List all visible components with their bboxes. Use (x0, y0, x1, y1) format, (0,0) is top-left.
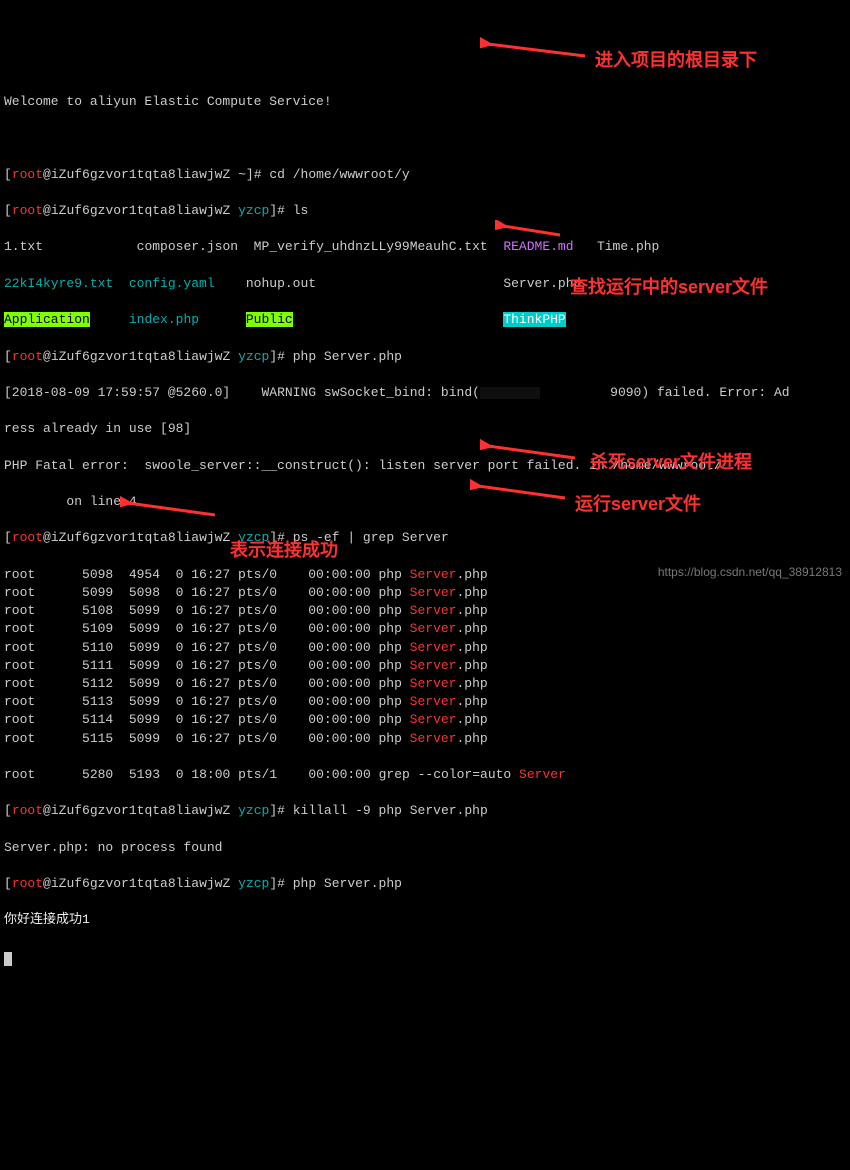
ls-row1: 1.txt composer.json MP_verify_uhdnzLLy99… (4, 238, 846, 256)
ps-row: root 5113 5099 0 16:27 pts/0 00:00:00 ph… (4, 693, 846, 711)
ps-row: root 5099 5098 0 16:27 pts/0 00:00:00 ph… (4, 584, 846, 602)
ls-row3: Application index.php Public ThinkPHP (4, 311, 846, 329)
ps-row: root 5109 5099 0 16:27 pts/0 00:00:00 ph… (4, 620, 846, 638)
terminal-output: Welcome to aliyun Elastic Compute Servic… (0, 73, 850, 986)
prompt-killall[interactable]: [root@iZuf6gzvor1tqta8liawjwZ yzcp]# kil… (4, 802, 846, 820)
fatal-line2: on line 4 (4, 493, 846, 511)
warning-line2: ress already in use [98] (4, 420, 846, 438)
ps-row: root 5115 5099 0 16:27 pts/0 00:00:00 ph… (4, 730, 846, 748)
ps-row: root 5111 5099 0 16:27 pts/0 00:00:00 ph… (4, 657, 846, 675)
ps-row: root 5112 5099 0 16:27 pts/0 00:00:00 ph… (4, 675, 846, 693)
ps-grep-row: root 5280 5193 0 18:00 pts/1 00:00:00 gr… (4, 766, 846, 784)
prompt-php1[interactable]: [root@iZuf6gzvor1tqta8liawjwZ yzcp]# php… (4, 348, 846, 366)
ps-row: root 5114 5099 0 16:27 pts/0 00:00:00 ph… (4, 711, 846, 729)
arrow-icon (480, 36, 590, 61)
kill-output: Server.php: no process found (4, 839, 846, 857)
prompt-php2[interactable]: [root@iZuf6gzvor1tqta8liawjwZ yzcp]# php… (4, 875, 846, 893)
ps-row: root 5108 5099 0 16:27 pts/0 00:00:00 ph… (4, 602, 846, 620)
welcome-line: Welcome to aliyun Elastic Compute Servic… (4, 93, 846, 111)
annotation-2: 查找运行中的server文件 (570, 275, 768, 300)
prompt-ls[interactable]: [root@iZuf6gzvor1tqta8liawjwZ yzcp]# ls (4, 202, 846, 220)
prompt-ps[interactable]: [root@iZuf6gzvor1tqta8liawjwZ yzcp]# ps … (4, 529, 846, 547)
blank-line (4, 129, 846, 147)
warning-line: [2018-08-09 17:59:57 @5260.0] WARNING sw… (4, 384, 846, 402)
credit-text: https://blog.csdn.net/qq_38912813 (658, 564, 842, 581)
ps-row: root 5110 5099 0 16:27 pts/0 00:00:00 ph… (4, 639, 846, 657)
cursor-icon (4, 952, 12, 966)
success-output: 你好连接成功1 (4, 911, 846, 929)
cursor-line[interactable] (4, 948, 846, 966)
annotation-1: 进入项目的根目录下 (595, 48, 757, 73)
annotation-3: 杀死server文件进程 (590, 450, 752, 475)
annotation-5: 表示连接成功 (230, 538, 338, 563)
annotation-4: 运行server文件 (575, 492, 701, 517)
prompt-cd[interactable]: [root@iZuf6gzvor1tqta8liawjwZ ~]# cd /ho… (4, 166, 846, 184)
